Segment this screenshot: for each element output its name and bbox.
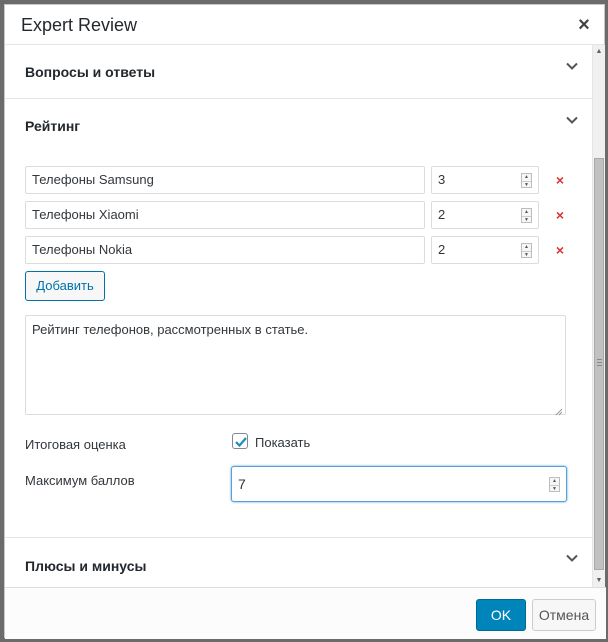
rating-item-score-input[interactable]: 2 ▲ ▼ — [431, 236, 539, 264]
max-score-input[interactable]: 7 ▲ ▼ — [231, 466, 567, 502]
rating-item-name-input[interactable]: Телефоны Samsung — [25, 166, 425, 194]
max-score-stepper[interactable]: ▲ ▼ — [549, 477, 560, 492]
chevron-down-icon[interactable] — [566, 114, 578, 126]
dialog-title-bar: Expert Review × — [5, 5, 604, 45]
rating-item-score-input[interactable]: 2 ▲ ▼ — [431, 201, 539, 229]
dialog-footer: OK Отмена — [5, 587, 606, 639]
section-qa-header[interactable]: Вопросы и ответы — [5, 45, 592, 99]
rating-item-score: 2 — [438, 207, 446, 222]
score-stepper[interactable]: ▲ ▼ — [521, 243, 532, 258]
scrollbar-thumb[interactable] — [594, 158, 604, 570]
add-rating-button[interactable]: Добавить — [25, 271, 105, 301]
section-rating-header[interactable]: Рейтинг — [5, 99, 592, 153]
section-pros-cons-title: Плюсы и минусы — [25, 558, 147, 574]
dialog-content: Вопросы и ответы Рейтинг Телефоны Samsun… — [5, 45, 592, 587]
vertical-scrollbar[interactable]: ▲ ▼ — [592, 45, 605, 587]
rating-item-score-input[interactable]: 3 ▲ ▼ — [431, 166, 539, 194]
expert-review-dialog: Expert Review × Вопросы и ответы Рейтинг… — [4, 4, 606, 639]
show-total-label: Показать — [255, 435, 311, 450]
thumb-grip — [597, 365, 602, 366]
rating-item-name-input[interactable]: Телефоны Xiaomi — [25, 201, 425, 229]
remove-icon[interactable]: × — [553, 173, 567, 187]
remove-icon[interactable]: × — [553, 208, 567, 222]
scroll-down-icon[interactable]: ▼ — [593, 574, 605, 587]
rating-item-score: 2 — [438, 242, 446, 257]
section-rating-title: Рейтинг — [25, 118, 81, 134]
score-stepper[interactable]: ▲ ▼ — [521, 173, 532, 188]
thumb-grip — [597, 362, 602, 363]
max-score-label: Максимум баллов — [25, 473, 135, 488]
rating-item-score: 3 — [438, 172, 446, 187]
resize-grip-icon[interactable] — [555, 404, 563, 416]
rating-description-textarea[interactable]: Рейтинг телефонов, рассмотренных в стать… — [25, 315, 566, 416]
score-stepper[interactable]: ▲ ▼ — [521, 208, 532, 223]
chevron-down-icon[interactable] — [566, 552, 578, 564]
section-qa-title: Вопросы и ответы — [25, 64, 156, 80]
remove-icon[interactable]: × — [553, 243, 567, 257]
dialog-title: Expert Review — [21, 15, 138, 35]
close-icon[interactable]: × — [572, 13, 596, 37]
rating-item-name-input[interactable]: Телефоны Nokia — [25, 236, 425, 264]
rating-description: Рейтинг телефонов, рассмотренных в стать… — [32, 322, 309, 337]
show-total-checkbox[interactable] — [232, 433, 248, 449]
chevron-down-icon[interactable] — [566, 60, 578, 72]
total-score-label: Итоговая оценка — [25, 437, 126, 452]
ok-button[interactable]: OK — [476, 599, 526, 631]
section-pros-cons-header[interactable]: Плюсы и минусы — [5, 537, 592, 587]
checkmark-icon — [235, 437, 247, 448]
cancel-button[interactable]: Отмена — [532, 599, 596, 631]
max-score-value: 7 — [238, 476, 246, 492]
thumb-grip — [597, 359, 602, 360]
scroll-up-icon[interactable]: ▲ — [593, 45, 605, 58]
